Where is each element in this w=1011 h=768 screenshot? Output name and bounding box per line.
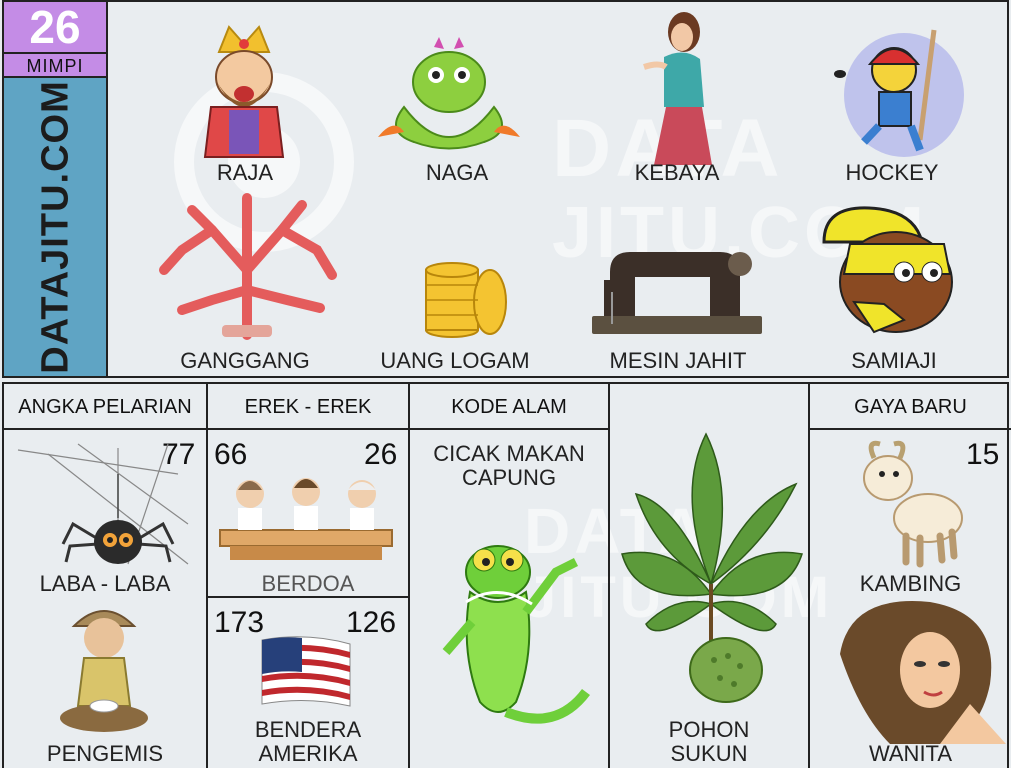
hockey-player-icon <box>834 29 964 157</box>
angka-pelarian-item2-label: PENGEMIS <box>46 741 164 766</box>
header-erek-erek: EREK - EREK <box>244 396 372 418</box>
american-flag-icon <box>261 636 351 707</box>
erek-lower-left-number: 173 <box>214 606 265 639</box>
helmet-character-icon <box>822 206 953 334</box>
angka-pelarian-item1-label: LABA - LABA <box>39 571 171 596</box>
top-item-label-naga: NAGA <box>425 160 489 185</box>
header-angka-pelarian: ANGKA PELARIAN <box>18 396 192 418</box>
dream-book-card: 26 MIMPI DATAJITU.COM DATA JITU.COM RAJA <box>0 0 1011 768</box>
coral-icon <box>159 193 337 340</box>
brand-sidebar: DATAJITU.COM <box>4 78 108 376</box>
spider-icon <box>17 443 189 565</box>
erek-upper-label: BERDOA <box>261 571 355 596</box>
goat-icon <box>863 440 963 568</box>
divider <box>608 384 610 768</box>
top-item-label-uang-logam: UANG LOGAM <box>380 348 530 373</box>
top-item-label-kebaya: KEBAYA <box>634 160 720 185</box>
dragon-icon <box>378 37 520 150</box>
top-item-label-raja: RAJA <box>216 160 274 185</box>
pohon-label-line1: POHON <box>668 717 750 742</box>
top-item-label-ganggang: GANGGANG <box>180 348 310 373</box>
breadfruit-tree-icon <box>621 432 803 703</box>
header-kode-alam: KODE ALAM <box>451 396 567 418</box>
beggar-icon <box>60 610 148 732</box>
coins-icon <box>425 262 507 338</box>
bottom-panel: DATA JITU.COM ANGKA PELARIAN EREK - EREK… <box>2 382 1011 768</box>
kebaya-woman-icon <box>643 12 712 165</box>
praying-children-icon <box>219 478 393 560</box>
lizard-eating-dragonfly-icon <box>442 545 590 724</box>
top-panel: 26 MIMPI DATAJITU.COM DATA JITU.COM RAJA <box>2 0 1009 378</box>
pohon-label-line2: SUKUN <box>670 741 748 766</box>
header-gaya-baru: GAYA BARU <box>854 396 967 418</box>
woman-icon <box>840 601 1006 744</box>
king-icon <box>203 25 285 158</box>
erek-lower-label-line2: AMERIKA <box>258 741 358 766</box>
kode-alam-title-line2: CAPUNG <box>461 465 557 490</box>
erek-lower-right-number: 126 <box>346 606 397 639</box>
sewing-machine-icon <box>592 252 762 334</box>
brand-text: DATAJITU.COM <box>34 80 77 374</box>
erek-upper-left-number: 66 <box>214 438 248 471</box>
top-item-label-samiaji: SAMIAJI <box>851 348 937 373</box>
dream-number: 26 <box>4 2 108 52</box>
mimpi-label: MIMPI <box>4 52 108 78</box>
top-item-label-hockey: HOCKEY <box>845 160 939 185</box>
gaya-baru-item1-label: KAMBING <box>859 571 962 596</box>
gaya-baru-item2-label: WANITA <box>868 741 953 766</box>
erek-upper-right-number: 26 <box>364 438 398 471</box>
kode-alam-title-line1: CICAK MAKAN <box>433 441 585 466</box>
divider <box>206 596 408 598</box>
gaya-baru-number: 15 <box>966 438 1000 471</box>
top-item-label-mesin-jahit: MESIN JAHIT <box>609 348 747 373</box>
erek-lower-label-line1: BENDERA <box>254 717 362 742</box>
